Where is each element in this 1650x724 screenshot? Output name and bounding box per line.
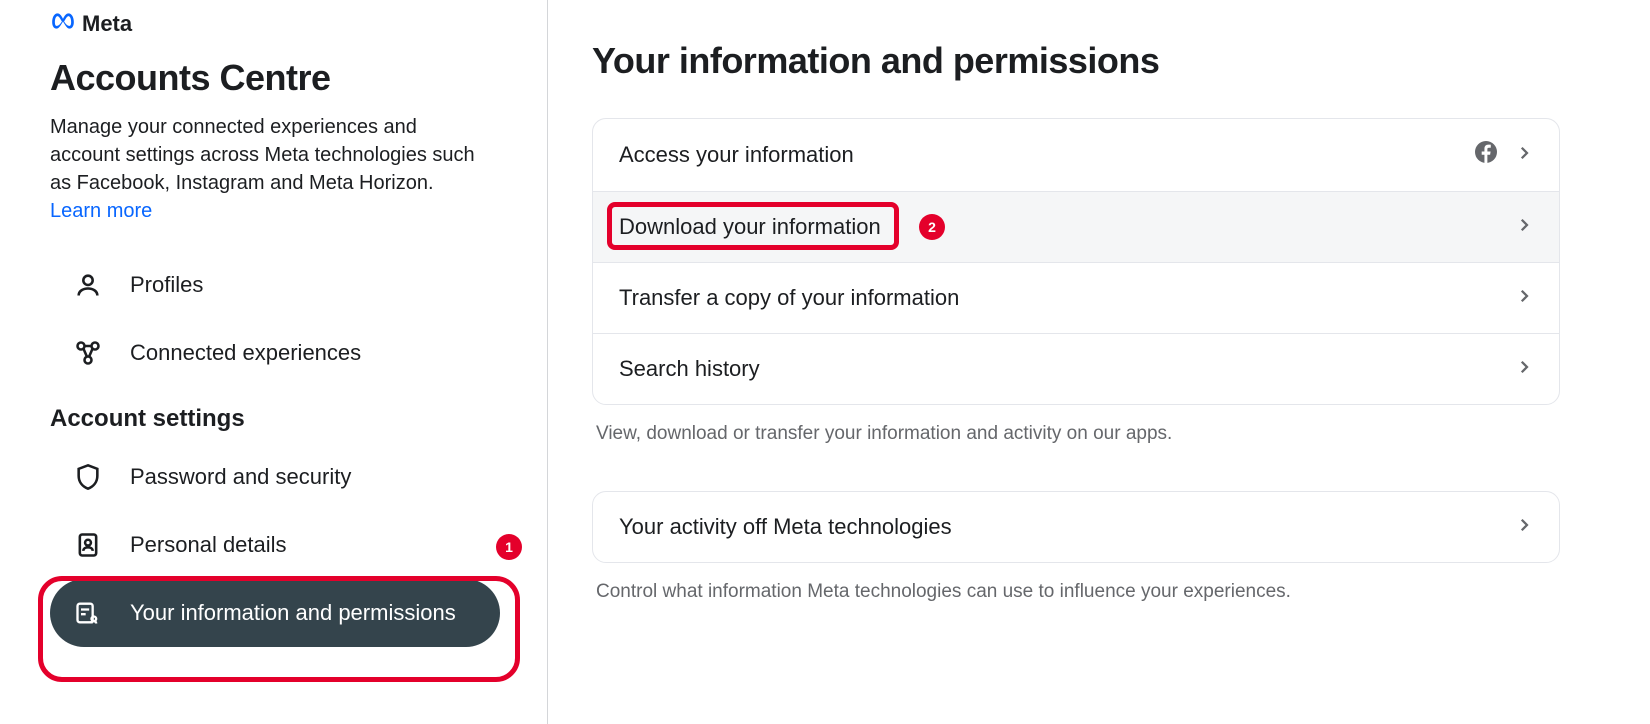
row-label: Search history: [619, 356, 760, 382]
main-content: Your information and permissions Access …: [548, 0, 1650, 724]
chevron-right-icon: [1515, 214, 1533, 240]
row-label: Transfer a copy of your information: [619, 285, 959, 311]
sidebar: Meta Accounts Centre Manage your connect…: [0, 0, 548, 724]
row-download-your-information[interactable]: Download your information 2: [593, 192, 1559, 263]
chevron-right-icon: [1515, 356, 1533, 382]
row-access-your-information[interactable]: Access your information: [593, 119, 1559, 192]
annotation-badge-2: 2: [919, 214, 945, 240]
chevron-right-icon: [1515, 285, 1533, 311]
sidebar-section-label: Account settings: [50, 405, 547, 433]
caption-activity: Control what information Meta technologi…: [596, 581, 1560, 603]
row-label: Download your information: [619, 214, 881, 240]
sidebar-item-personal-details[interactable]: Personal details: [50, 511, 500, 579]
row-transfer-copy[interactable]: Transfer a copy of your information: [593, 263, 1559, 334]
sidebar-item-connected-experiences[interactable]: Connected experiences: [50, 319, 500, 387]
sidebar-title: Accounts Centre: [50, 57, 547, 99]
sidebar-item-label: Personal details: [130, 532, 287, 558]
chevron-right-icon: [1515, 514, 1533, 540]
sidebar-subtitle-text: Manage your connected experiences and ac…: [50, 116, 475, 194]
chevron-right-icon: [1515, 142, 1533, 168]
shield-icon: [74, 463, 102, 491]
row-search-history[interactable]: Search history: [593, 334, 1559, 404]
sidebar-item-profiles[interactable]: Profiles: [50, 251, 500, 319]
learn-more-link[interactable]: Learn more: [50, 200, 152, 222]
brand: Meta: [50, 8, 547, 39]
connected-icon: [74, 339, 102, 367]
id-card-icon: [74, 531, 102, 559]
row-label: Access your information: [619, 142, 854, 168]
row-label: Your activity off Meta technologies: [619, 514, 952, 540]
facebook-icon: [1475, 141, 1497, 169]
caption-info: View, download or transfer your informat…: [596, 423, 1560, 445]
sidebar-item-label: Profiles: [130, 272, 203, 298]
row-activity-off-meta[interactable]: Your activity off Meta technologies: [593, 492, 1559, 562]
sidebar-item-label: Your information and permissions: [130, 600, 456, 626]
brand-name: Meta: [82, 11, 132, 37]
sidebar-item-label: Connected experiences: [130, 340, 361, 366]
meta-logo-icon: [50, 8, 76, 39]
info-permissions-icon: [74, 599, 102, 627]
info-card: Access your information Download your in…: [592, 118, 1560, 405]
activity-card: Your activity off Meta technologies: [592, 491, 1560, 563]
sidebar-item-password-security[interactable]: Password and security: [50, 443, 500, 511]
sidebar-item-your-info-permissions[interactable]: Your information and permissions: [50, 579, 500, 647]
sidebar-subtitle: Manage your connected experiences and ac…: [50, 113, 480, 225]
sidebar-item-label: Password and security: [130, 464, 351, 490]
profile-icon: [74, 271, 102, 299]
page-title: Your information and permissions: [592, 40, 1560, 82]
